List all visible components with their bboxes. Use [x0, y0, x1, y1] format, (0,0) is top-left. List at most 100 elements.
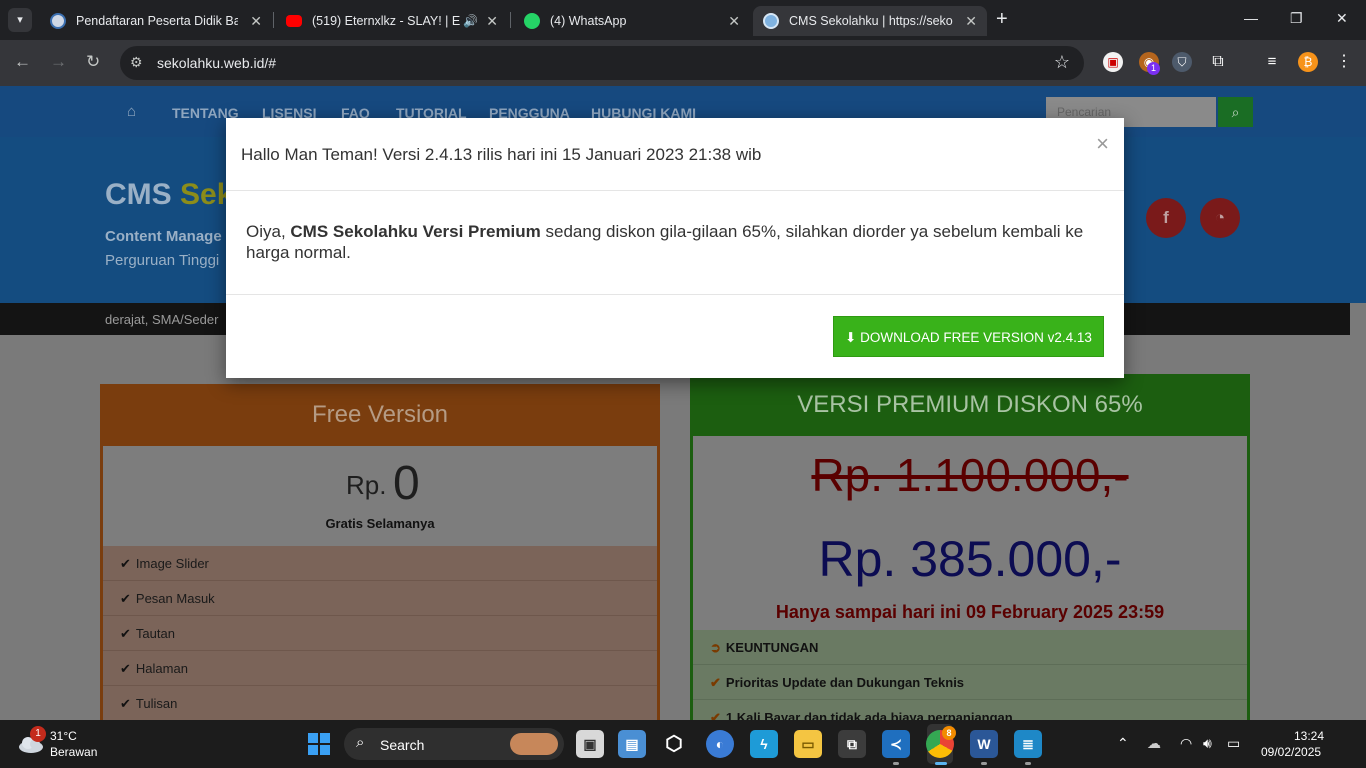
- search-label: Search: [380, 737, 425, 753]
- task-view-icon[interactable]: ▣: [576, 730, 604, 758]
- close-icon[interactable]: ✕: [728, 6, 740, 36]
- download-button-label: DOWNLOAD FREE VERSION v2.4.13: [860, 330, 1092, 345]
- tab-title: CMS Sekolahku | https://sekolahku.web.id: [789, 14, 953, 28]
- word-icon[interactable]: W: [970, 730, 998, 758]
- home-icon[interactable]: ⌂: [127, 103, 136, 120]
- tab-cms-sekolahku[interactable]: CMS Sekolahku | https://sekolahku.web.id…: [753, 6, 987, 36]
- modal-body-highlight: CMS Sekolahku Versi Premium: [290, 222, 541, 241]
- taskbar: 1 31°C Berawan ⌕ Search ▣ ▤ ⬡ ◐ ϟ ▭ ⧉ ≺ …: [0, 720, 1366, 768]
- rss-icon[interactable]: ◔: [1200, 198, 1240, 238]
- reload-icon[interactable]: ↻: [86, 52, 100, 72]
- list-item: ✔ Tulisan: [103, 686, 657, 720]
- browser-tab-bar: ▾ Pendaftaran Peserta Didik Baru ✕ (519)…: [0, 0, 1366, 40]
- clock-date[interactable]: 09/02/2025: [1261, 745, 1321, 759]
- premium-plan-header: VERSI PREMIUM DISKON 65%: [797, 391, 1143, 418]
- search-icon: ⌕: [356, 734, 365, 751]
- windows-start-icon[interactable]: [308, 733, 330, 755]
- web-page: ⌂ TENTANG LISENSI FAQ TUTORIAL PENGGUNA …: [0, 86, 1366, 720]
- running-indicator: [1025, 762, 1031, 765]
- vscode-icon[interactable]: ≺: [882, 730, 910, 758]
- modal-close-button[interactable]: ×: [1096, 131, 1109, 157]
- list-item: ✔ Image Slider: [103, 546, 657, 581]
- whatsapp-icon: [524, 13, 540, 29]
- extension-badge: 1: [1147, 62, 1160, 75]
- tab-title: Pendaftaran Peserta Didik Baru: [76, 14, 238, 28]
- weather-condition[interactable]: Berawan: [50, 745, 97, 759]
- browser-app-icon[interactable]: ◐: [706, 730, 734, 758]
- download-free-version-button[interactable]: ⬇ DOWNLOAD FREE VERSION v2.4.13: [833, 316, 1104, 357]
- close-icon[interactable]: ✕: [250, 6, 262, 36]
- free-plan-price: Rp. 0 Gratis Selamanya: [103, 446, 657, 546]
- running-indicator: [893, 762, 899, 765]
- weather-badge: 1: [30, 726, 46, 742]
- menu-kebab-icon[interactable]: ⋮: [1334, 52, 1354, 72]
- check-icon: ✔: [710, 675, 721, 690]
- school-logo-icon: [763, 13, 779, 29]
- forward-arrow-icon[interactable]: →: [50, 52, 67, 72]
- url-text[interactable]: sekolahku.web.id/#: [157, 55, 276, 71]
- list-item: ✔ Halaman: [103, 651, 657, 686]
- search-icon[interactable]: ⌕: [1218, 97, 1253, 127]
- taskbar-search[interactable]: ⌕ Search: [344, 728, 564, 760]
- check-icon: ✔: [120, 591, 131, 606]
- youtube-icon: [286, 15, 302, 27]
- modal-title: Hallo Man Teman! Versi 2.4.13 rilis hari…: [241, 145, 762, 164]
- close-window-icon[interactable]: ✕: [1336, 10, 1348, 27]
- premium-plan-card: VERSI PREMIUM DISKON 65% Rp. 1.100.000,-…: [690, 374, 1250, 720]
- site-settings-icon[interactable]: ⚙: [130, 54, 143, 71]
- modal-divider: [226, 294, 1124, 295]
- list-item: ✔ Prioritas Update dan Dukungan Teknis: [693, 665, 1247, 700]
- check-icon: ✔: [710, 710, 721, 720]
- battery-icon[interactable]: ▭: [1227, 735, 1240, 752]
- benefits-title: ➲ KEUNTUNGAN: [693, 630, 1247, 665]
- check-icon: ✔: [120, 661, 131, 676]
- bitcoin-icon[interactable]: ₿: [1298, 52, 1318, 72]
- premium-plan-price: Rp. 1.100.000,- Rp. 385.000,- Hanya samp…: [693, 436, 1247, 630]
- back-arrow-icon[interactable]: ←: [14, 52, 31, 72]
- restore-icon[interactable]: ❐: [1290, 10, 1303, 27]
- new-tab-plus-icon[interactable]: +: [996, 8, 1008, 31]
- tab-divider: [273, 12, 274, 28]
- tab-title: (4) WhatsApp: [550, 14, 627, 28]
- tab-whatsapp[interactable]: (4) WhatsApp ✕: [514, 6, 750, 36]
- minimize-icon[interactable]: —: [1244, 10, 1258, 26]
- search-highlight-art: [510, 733, 558, 755]
- promo-deadline: Hanya sampai hari ini 09 February 2025 2…: [775, 602, 1165, 622]
- close-icon[interactable]: ✕: [486, 6, 498, 36]
- network-app-icon[interactable]: ⧉: [838, 730, 866, 758]
- site-subtagline: Perguruan Tinggi: [105, 252, 220, 269]
- address-bar[interactable]: ⚙ sekolahku.web.id/# ☆: [120, 46, 1084, 80]
- virtualbox-icon[interactable]: ⬡: [660, 730, 688, 758]
- temperature[interactable]: 31°C: [50, 729, 77, 743]
- announcement-modal: Hallo Man Teman! Versi 2.4.13 rilis hari…: [226, 118, 1124, 378]
- facebook-icon[interactable]: f: [1146, 198, 1186, 238]
- currency-label: Rp.: [346, 470, 387, 500]
- speaker-icon[interactable]: 🔊: [463, 6, 478, 36]
- tab-youtube[interactable]: (519) Eternxlkz - SLAY! | Extended 🔊 ✕: [276, 6, 508, 36]
- media-control-icon[interactable]: ≡: [1262, 52, 1282, 72]
- close-icon[interactable]: ✕: [965, 6, 977, 36]
- clock-time[interactable]: 13:24: [1288, 729, 1324, 743]
- onedrive-icon[interactable]: ☁: [1147, 735, 1161, 752]
- bookmark-star-icon[interactable]: ☆: [1054, 52, 1070, 73]
- shield-icon[interactable]: ⛉: [1172, 52, 1192, 72]
- tab-title: (519) Eternxlkz - SLAY! | Extended: [312, 14, 460, 28]
- extensions-puzzle-icon[interactable]: ⧉: [1208, 52, 1228, 72]
- globe-icon: [50, 13, 66, 29]
- photos-icon[interactable]: ▤: [618, 730, 646, 758]
- list-item: ✔ Tautan: [103, 616, 657, 651]
- app-bolt-icon[interactable]: ϟ: [750, 730, 778, 758]
- ticker-text: derajat, SMA/Seder: [105, 312, 219, 327]
- file-explorer-icon[interactable]: ▭: [794, 730, 822, 758]
- volume-icon[interactable]: 🔊︎: [1203, 735, 1212, 752]
- extension-adblock-icon[interactable]: ▣: [1103, 52, 1123, 72]
- check-icon: ✔: [120, 626, 131, 641]
- notepad-icon[interactable]: ≣: [1014, 730, 1042, 758]
- wifi-icon[interactable]: ◠: [1180, 735, 1192, 752]
- arrow-circle-icon: ➲: [710, 640, 721, 655]
- chevron-up-icon[interactable]: ⌃: [1117, 735, 1129, 752]
- price-value: 0: [393, 457, 420, 510]
- tab-search-chevron-icon[interactable]: ▾: [8, 8, 32, 32]
- list-item: ✔ 1 Kali Bayar dan tidak ada biaya perpan…: [693, 700, 1247, 720]
- tab-pendaftaran[interactable]: Pendaftaran Peserta Didik Baru ✕: [40, 6, 272, 36]
